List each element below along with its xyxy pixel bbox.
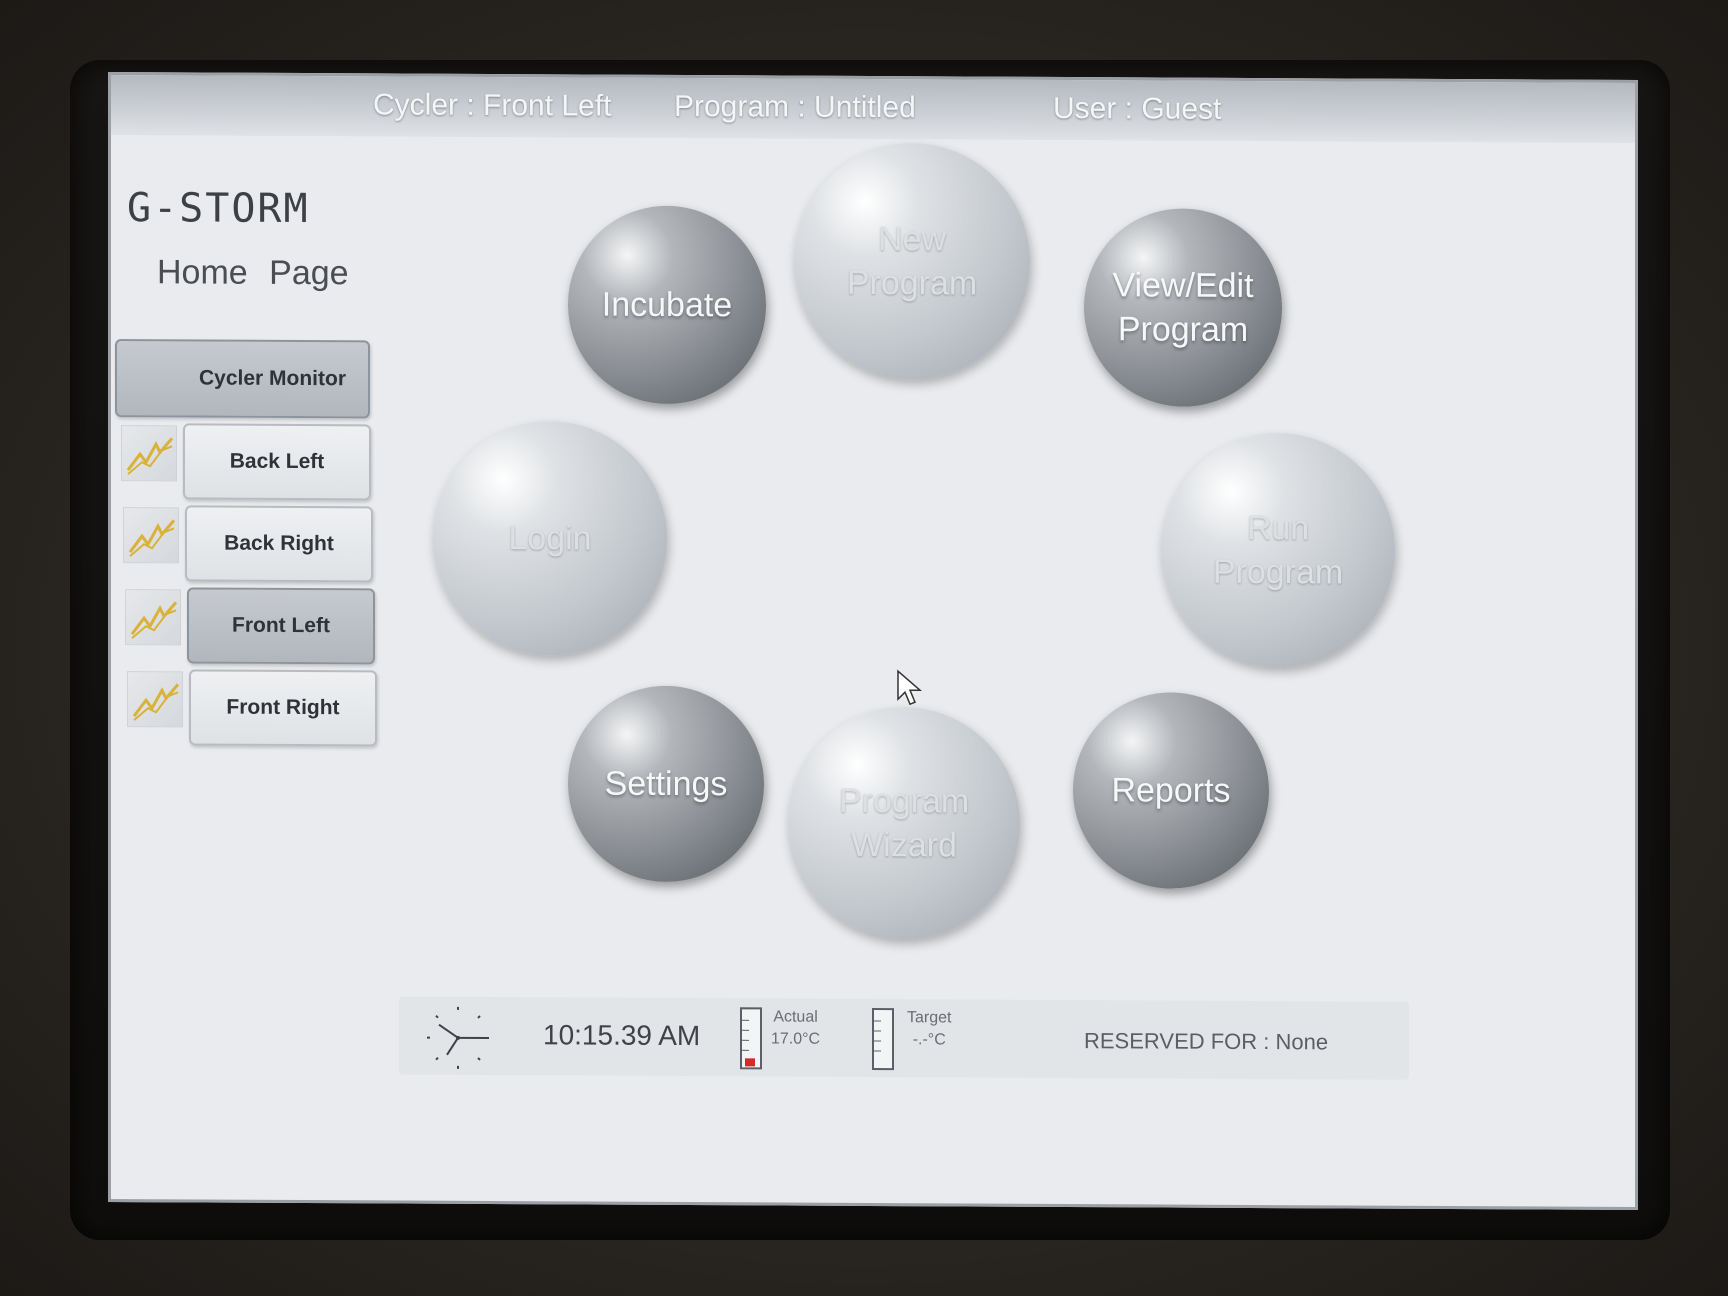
target-value: -.-°C	[912, 1031, 946, 1049]
cycler-back-left-label: Back Left	[229, 449, 325, 474]
reserved-for-status: RESERVED FOR : None	[1084, 1028, 1329, 1055]
header-user: User : Guest	[1053, 91, 1222, 126]
header-program: Program : Untitled	[674, 89, 916, 125]
touch-screen: Cycler : Front Left Program : Untitled U…	[108, 71, 1638, 1211]
cycler-front-left-label: Front Left	[232, 613, 330, 638]
settings-label: Settings	[604, 764, 728, 804]
mouse-pointer-icon	[897, 669, 923, 706]
graph-icon[interactable]	[127, 671, 183, 728]
settings-button[interactable]: Settings	[568, 685, 764, 883]
cycler-front-right-label: Front Right	[226, 695, 340, 720]
clock-time: 10:15.39 AM	[543, 1019, 701, 1052]
view-edit-label-line1: View/Edit	[1112, 266, 1254, 305]
cycler-monitor-label: Cycler Monitor	[198, 366, 347, 391]
clock-icon	[427, 1006, 489, 1069]
program-wizard-button[interactable]: Program Wizard	[788, 706, 1020, 940]
incubate-label: Incubate	[601, 285, 733, 325]
actual-value: 17.0°C	[771, 1030, 821, 1048]
program-wizard-label-line2: Wizard	[851, 825, 957, 865]
target-temperature: Target -.-°C	[907, 1007, 951, 1051]
run-program-button[interactable]: Run Program	[1161, 432, 1395, 668]
cycler-front-left-button[interactable]: Front Left	[187, 587, 375, 665]
cycler-monitor-button[interactable]: Cycler Monitor	[115, 339, 370, 419]
run-program-label-line2: Program	[1212, 552, 1344, 592]
status-bar: 10:15.39 AM Actual 17.0°C Target -.-°C R…	[399, 996, 1409, 1080]
reports-button[interactable]: Reports	[1073, 692, 1269, 890]
reports-label: Reports	[1111, 771, 1231, 810]
new-program-label-line2: Program	[846, 263, 978, 303]
cycler-back-left-button[interactable]: Back Left	[183, 423, 371, 501]
login-label: Login	[508, 519, 592, 558]
target-label: Target	[907, 1009, 952, 1027]
graph-icon[interactable]	[123, 507, 179, 564]
cycler-back-right-label: Back Right	[224, 531, 334, 556]
actual-label: Actual	[773, 1008, 818, 1026]
login-button[interactable]: Login	[433, 420, 667, 656]
header-cycler: Cycler : Front Left	[373, 88, 612, 123]
new-program-label-line1: New	[877, 220, 947, 259]
header-bar: Cycler : Front Left Program : Untitled U…	[111, 75, 1635, 143]
actual-temperature: Actual 17.0°C	[771, 1006, 820, 1050]
graph-icon[interactable]	[121, 425, 177, 482]
run-program-label-line1: Run	[1246, 508, 1310, 548]
view-edit-label-line2: Program	[1117, 310, 1249, 349]
graph-icon[interactable]	[125, 589, 181, 646]
program-wizard-label-line1: Program	[838, 781, 970, 821]
new-program-button[interactable]: New Program	[794, 142, 1030, 380]
cycler-back-right-button[interactable]: Back Right	[185, 505, 373, 583]
incubate-button[interactable]: Incubate	[568, 205, 766, 405]
page-title: Home Page	[157, 253, 349, 293]
cycler-front-right-button[interactable]: Front Right	[189, 669, 377, 747]
view-edit-program-button[interactable]: View/Edit Program	[1084, 208, 1282, 408]
target-thermometer-icon	[872, 1007, 894, 1071]
actual-thermometer-icon	[740, 1007, 762, 1070]
g-storm-logo: G-STORM	[127, 185, 310, 233]
